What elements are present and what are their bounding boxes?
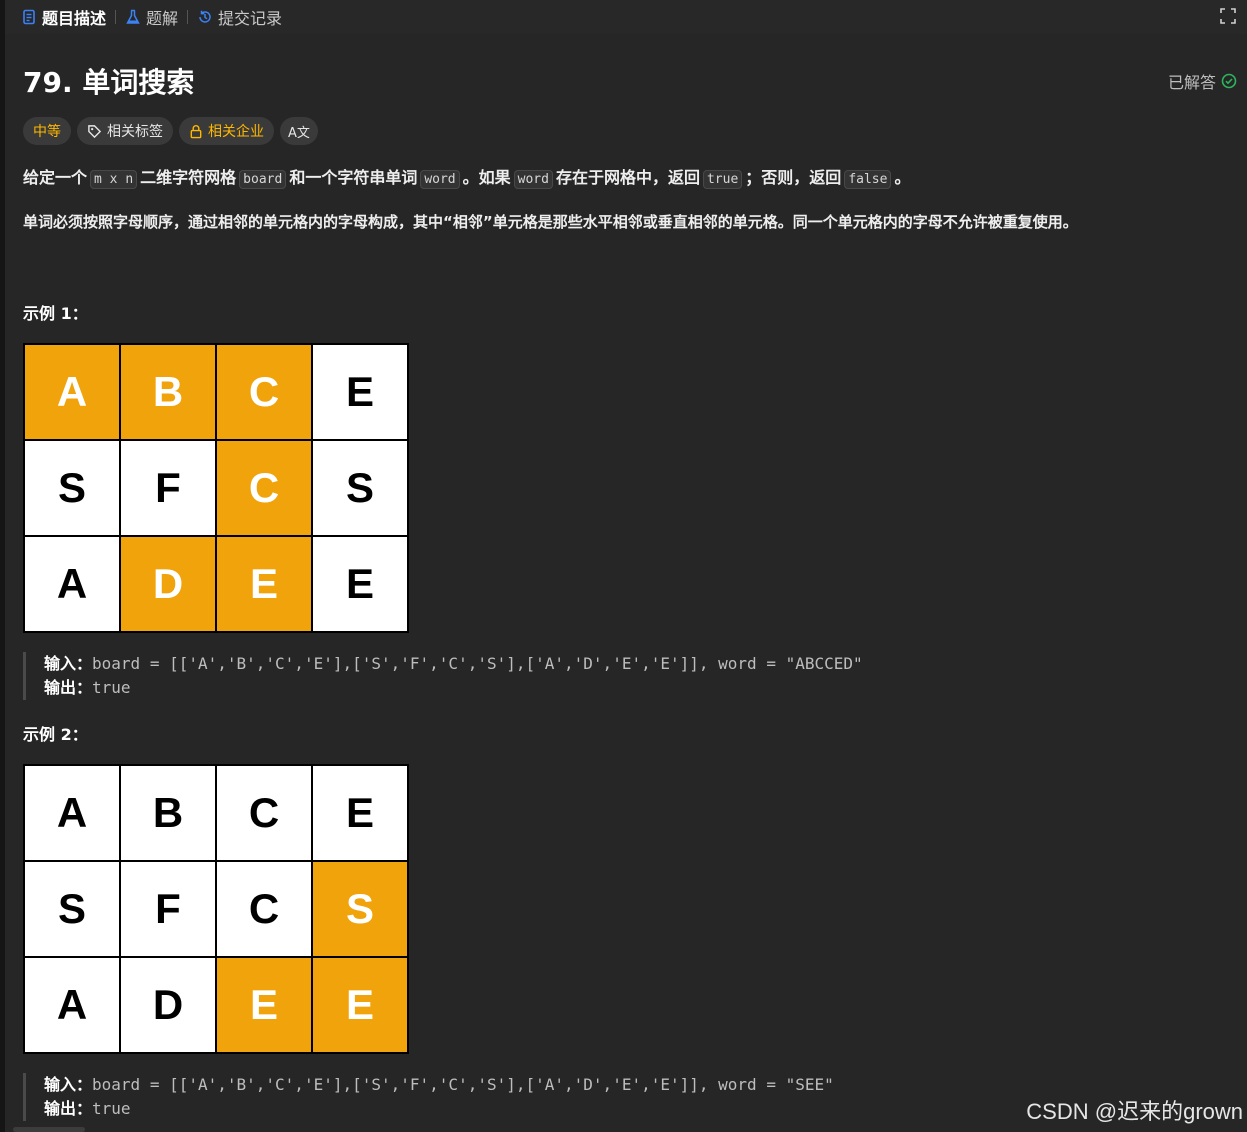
inline-code: true xyxy=(702,170,743,189)
grid-cell: B xyxy=(121,345,215,439)
tab-description[interactable]: 题目描述 xyxy=(21,0,106,34)
input-value: board = [['A','B','C','E'],['S','F','C',… xyxy=(92,654,863,673)
translate-icon: A文 xyxy=(288,125,310,141)
grid-cell: D xyxy=(121,537,215,631)
history-icon xyxy=(199,10,211,23)
grid-cell: E xyxy=(217,958,311,1052)
description-paragraph-2: 单词必须按照字母顺序，通过相邻的单元格内的字母构成，其中“相邻”单元格是那些水平… xyxy=(23,213,1078,231)
desc-text: 二维字符网格 xyxy=(140,168,237,187)
grid-cell: F xyxy=(121,862,215,956)
grid-cell: E xyxy=(313,766,407,860)
flask-icon xyxy=(126,9,140,24)
output-label: 输出： xyxy=(44,1099,93,1118)
tab-description-label: 题目描述 xyxy=(42,9,107,28)
input-label: 输入： xyxy=(44,1075,93,1094)
related-companies-button[interactable]: 相关企业 xyxy=(179,117,274,145)
grid-cell: C xyxy=(217,345,311,439)
example-2-title: 示例 2： xyxy=(23,725,88,744)
grid-cell: E xyxy=(313,958,407,1052)
tab-divider xyxy=(187,10,189,24)
grid-cell: C xyxy=(217,766,311,860)
input-row: 输入：board = [['A','B','C','E'],['S','F','… xyxy=(44,1073,834,1097)
difficulty-badge[interactable]: 中等 xyxy=(23,117,71,145)
example-2-io: 输入：board = [['A','B','C','E'],['S','F','… xyxy=(23,1073,834,1121)
grid-cell: E xyxy=(313,345,407,439)
desc-text: 存在于网格中，返回 xyxy=(555,168,700,187)
related-tags-button[interactable]: 相关标签 xyxy=(77,117,173,145)
example-1-grid: ABCESFCSADEE xyxy=(23,343,409,633)
example-1-io: 输入：board = [['A','B','C','E'],['S','F','… xyxy=(23,652,863,700)
related-tags-label: 相关标签 xyxy=(107,124,163,140)
example-2-grid: ABCESFCSADEE xyxy=(23,764,409,1054)
inline-code: word xyxy=(513,170,553,189)
desc-text: 和一个字符串单词 xyxy=(289,168,418,187)
desc-text: 。 xyxy=(894,168,911,187)
problem-content: 79. 单词搜索 已解答 中等 相关标签 相关企业 A文 给定一个 m x n … xyxy=(5,34,1247,1132)
tag-icon xyxy=(88,124,102,138)
tab-solutions-label: 题解 xyxy=(146,9,179,28)
desc-text: ；否则，返回 xyxy=(745,168,842,187)
problem-title[interactable]: 79. 单词搜索 xyxy=(23,61,194,101)
grid-cell: C xyxy=(217,441,311,535)
grid-cell: F xyxy=(121,441,215,535)
desc-text: 。如果 xyxy=(462,168,511,187)
grid-cell: B xyxy=(121,766,215,860)
grid-cell: A xyxy=(25,766,119,860)
fullscreen-icon[interactable] xyxy=(1219,7,1237,25)
input-row: 输入：board = [['A','B','C','E'],['S','F','… xyxy=(44,652,863,676)
output-row: 输出：true xyxy=(44,1097,834,1121)
solved-label: 已解答 xyxy=(1167,73,1216,92)
grid-cell: S xyxy=(25,862,119,956)
tab-submissions-label: 提交记录 xyxy=(218,9,283,28)
grid-cell: E xyxy=(217,537,311,631)
inline-code: false xyxy=(844,170,892,189)
input-value: board = [['A','B','C','E'],['S','F','C',… xyxy=(92,1075,834,1094)
scrollbar[interactable] xyxy=(13,1127,85,1132)
description-paragraph-1: 给定一个 m x n 二维字符网格 board 和一个字符串单词 word 。如果 word 存… xyxy=(23,165,910,193)
related-companies-label: 相关企业 xyxy=(208,124,264,140)
output-value: true xyxy=(92,678,131,697)
output-label: 输出： xyxy=(44,678,93,697)
solved-status: 已解答 xyxy=(1168,69,1237,93)
check-circle-icon xyxy=(1221,73,1237,89)
grid-cell: A xyxy=(25,537,119,631)
output-value: true xyxy=(92,1099,131,1118)
output-row: 输出：true xyxy=(44,676,863,700)
inline-code: m x n xyxy=(90,170,138,189)
tab-divider xyxy=(115,10,117,24)
grid-cell: S xyxy=(313,862,407,956)
tab-solutions[interactable]: 题解 xyxy=(125,0,178,34)
example-1-title: 示例 1： xyxy=(23,304,88,323)
tag-row: 中等 相关标签 相关企业 A文 xyxy=(23,117,318,145)
grid-cell: C xyxy=(217,862,311,956)
grid-cell: A xyxy=(25,958,119,1052)
tab-bar: 题目描述 题解 提交记录 xyxy=(5,0,1247,34)
translate-button[interactable]: A文 xyxy=(280,117,318,145)
grid-cell: S xyxy=(313,441,407,535)
input-label: 输入： xyxy=(44,654,93,673)
grid-cell: A xyxy=(25,345,119,439)
tab-submissions[interactable]: 提交记录 xyxy=(197,0,282,34)
grid-cell: S xyxy=(25,441,119,535)
watermark: CSDN @迟来的grown xyxy=(1026,1099,1243,1124)
lock-icon xyxy=(190,124,202,138)
inline-code: word xyxy=(420,170,460,189)
inline-code: board xyxy=(239,170,287,189)
description-icon xyxy=(23,9,35,25)
grid-cell: E xyxy=(313,537,407,631)
desc-text: 给定一个 xyxy=(23,168,88,187)
grid-cell: D xyxy=(121,958,215,1052)
